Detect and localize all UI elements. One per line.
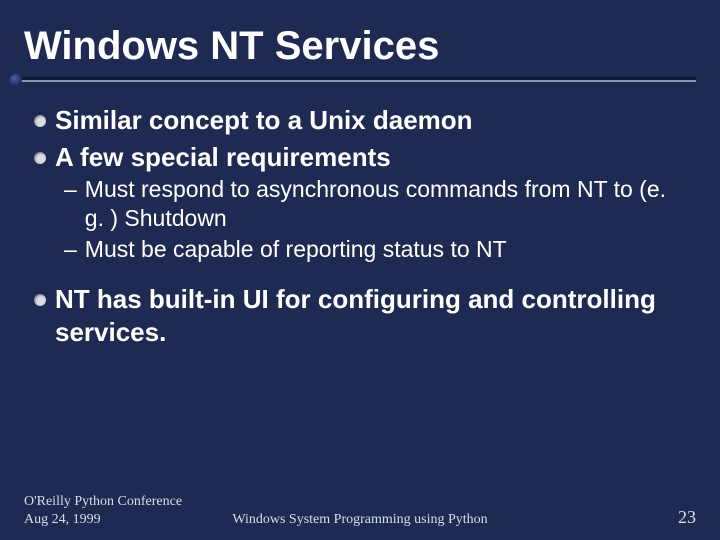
bullet-dot-icon <box>34 294 46 306</box>
bullet-dot-icon <box>34 152 46 164</box>
subbullet-item: – Must respond to asynchronous commands … <box>64 175 686 233</box>
dash-icon: – <box>64 235 77 264</box>
subbullet-text: Must be capable of reporting status to N… <box>85 235 507 264</box>
dash-icon: – <box>64 175 77 204</box>
slide-body: Similar concept to a Unix daemon A few s… <box>0 104 720 348</box>
bullet-dot-icon <box>34 115 46 127</box>
bullet-item: NT has built-in UI for configuring and c… <box>34 283 686 348</box>
bullet-item: Similar concept to a Unix daemon <box>34 104 686 137</box>
bullet-text: A few special requirements <box>55 141 391 174</box>
bullet-text: Similar concept to a Unix daemon <box>55 104 473 137</box>
footer-page-number: 23 <box>678 507 696 528</box>
title-divider <box>0 77 720 100</box>
footer-conference: O'Reilly Python Conference <box>24 493 182 511</box>
bullet-item: A few special requirements <box>34 141 686 174</box>
subbullet-item: – Must be capable of reporting status to… <box>64 235 686 264</box>
slide-footer: O'Reilly Python Conference Aug 24, 1999 … <box>0 493 720 528</box>
bullet-text: NT has built-in UI for configuring and c… <box>55 283 686 348</box>
slide: Windows NT Services Similar concept to a… <box>0 0 720 540</box>
footer-center: Windows System Programming using Python <box>0 512 720 528</box>
slide-title: Windows NT Services <box>0 0 720 77</box>
subbullet-text: Must respond to asynchronous commands fr… <box>85 175 686 233</box>
